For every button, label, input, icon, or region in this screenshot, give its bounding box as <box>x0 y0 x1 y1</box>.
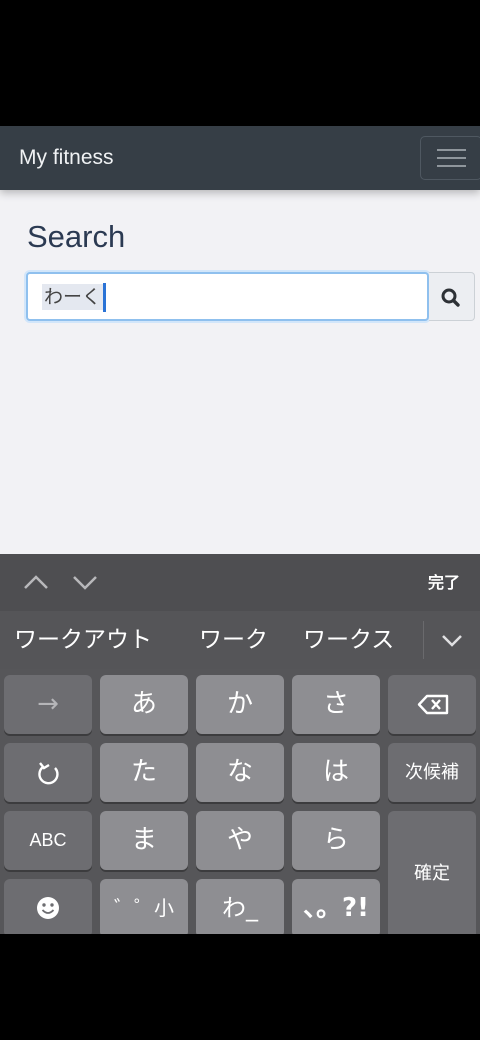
brand-title[interactable]: My fitness <box>19 144 114 172</box>
hamburger-line <box>437 157 466 159</box>
candidate-item[interactable]: ワークス <box>303 625 394 655</box>
candidate-item[interactable]: ワークアウト <box>14 625 152 655</box>
key-ka[interactable]: か <box>196 675 284 734</box>
menu-toggle-button[interactable] <box>420 136 480 180</box>
undo-key[interactable] <box>4 743 92 802</box>
abc-key[interactable]: ABC <box>4 811 92 870</box>
key-ha[interactable]: は <box>292 743 380 802</box>
emoji-key[interactable] <box>4 879 92 938</box>
key-ra[interactable]: ら <box>292 811 380 870</box>
text-caret <box>103 283 106 312</box>
system-nav-area <box>0 934 480 1040</box>
punctuation-key[interactable]: 、。?! <box>292 879 380 938</box>
hamburger-line <box>437 165 466 167</box>
key-ta[interactable]: た <box>100 743 188 802</box>
arrow-key[interactable]: → <box>4 675 92 734</box>
chevron-up-icon[interactable] <box>22 571 50 593</box>
done-button[interactable]: 完了 <box>428 572 460 594</box>
search-input-value: わーく <box>42 284 104 310</box>
search-button[interactable] <box>429 272 475 321</box>
key-sa[interactable]: さ <box>292 675 380 734</box>
keyboard-toolbar: 完了 <box>0 554 480 611</box>
confirm-key[interactable]: 確定 <box>388 811 476 941</box>
key-ma[interactable]: ま <box>100 811 188 870</box>
key-wa[interactable]: わ_ <box>196 879 284 938</box>
search-icon <box>441 288 460 307</box>
chevron-down-icon[interactable] <box>438 627 466 653</box>
search-input[interactable]: わーく <box>26 272 429 321</box>
dakuten-key[interactable]: ゛゜小 <box>100 879 188 938</box>
keyboard: → あ か さ た な は 次候補 ABC ま や ら 確定 ゛゜小 わ_ 、。… <box>0 669 480 941</box>
chevron-down-icon[interactable] <box>71 571 99 593</box>
undo-icon <box>38 762 59 785</box>
emoji-icon <box>37 897 59 919</box>
key-a[interactable]: あ <box>100 675 188 734</box>
next-candidate-key[interactable]: 次候補 <box>388 743 476 802</box>
key-na[interactable]: な <box>196 743 284 802</box>
navbar: My fitness <box>0 126 480 190</box>
backspace-icon <box>417 694 449 715</box>
page-title: Search <box>27 219 126 254</box>
key-ya[interactable]: や <box>196 811 284 870</box>
candidate-bar: ワークアウト ワーク ワークス <box>0 611 480 669</box>
hamburger-menu-icon <box>437 149 466 151</box>
backspace-key[interactable] <box>388 675 476 734</box>
candidate-item[interactable]: ワーク <box>199 625 268 655</box>
candidate-divider <box>423 621 424 659</box>
